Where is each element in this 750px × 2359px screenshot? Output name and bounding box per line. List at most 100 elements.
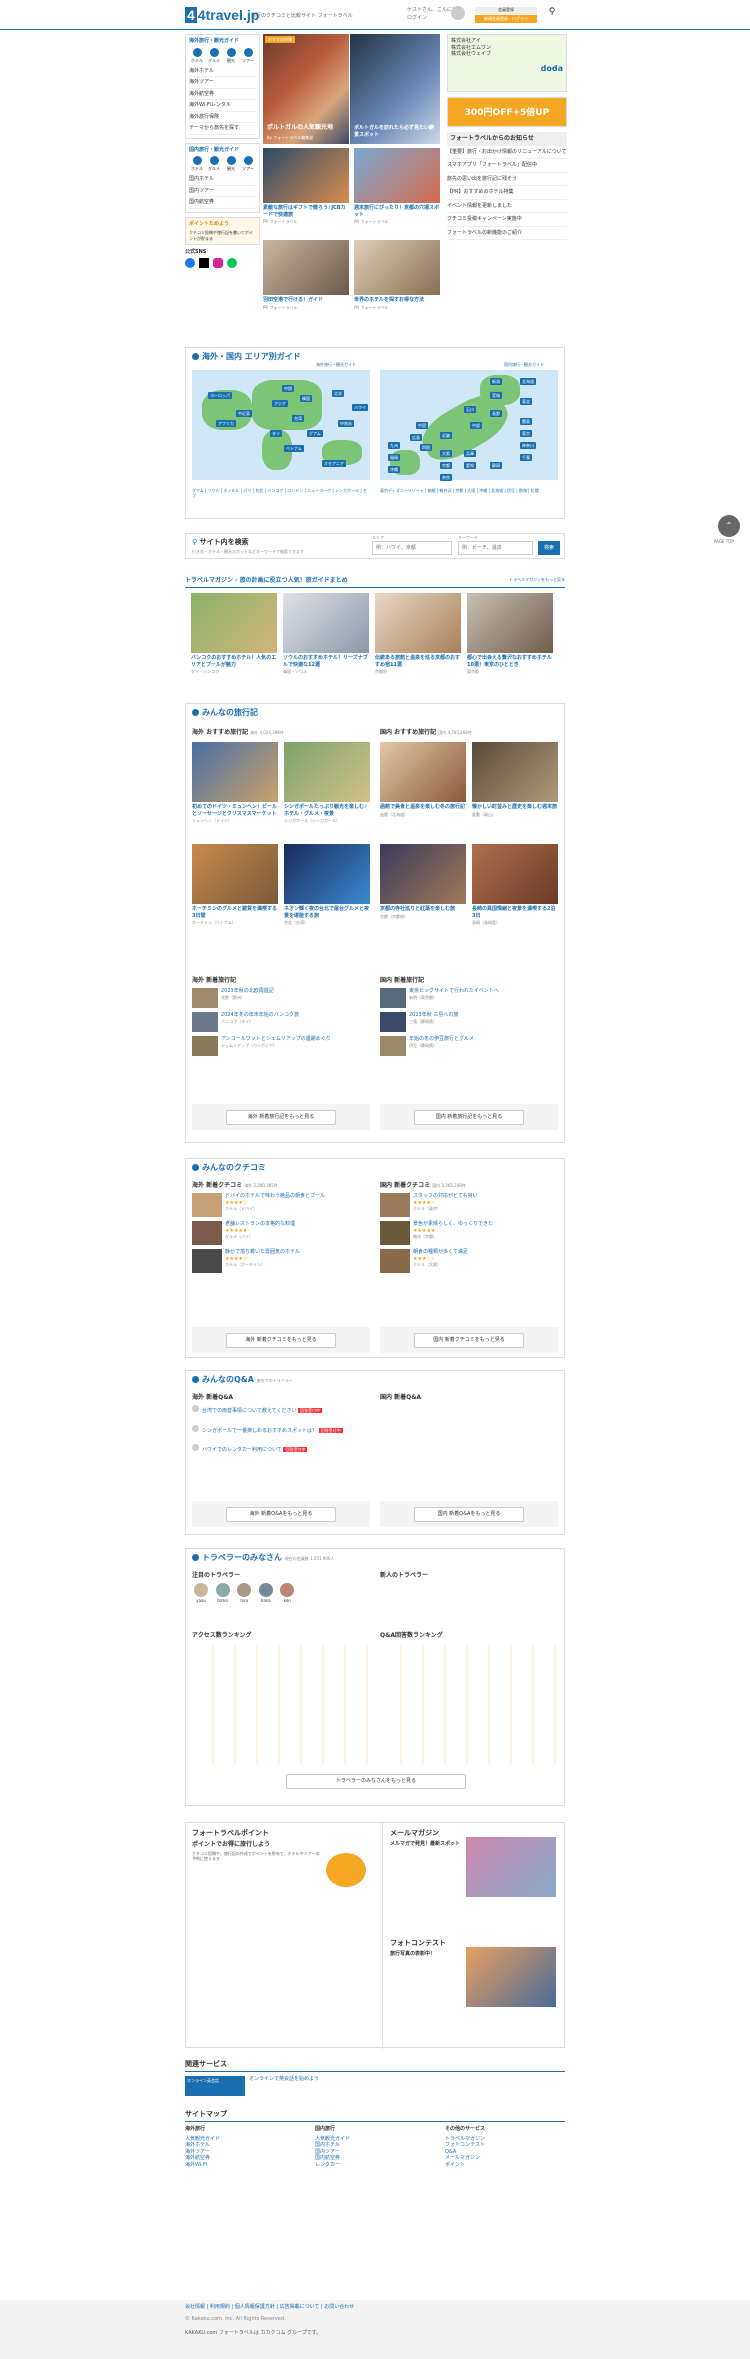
review-item[interactable]: 静かで落ち着いた雰囲気のホテル ★★★★☆ ホテル（ホーチミン） bbox=[192, 1249, 370, 1273]
menu-overseas-hotel[interactable]: 海外ホテル bbox=[189, 66, 256, 78]
pref-pill[interactable]: 神奈川 bbox=[520, 442, 536, 450]
overseas-links[interactable]: グアム | ソウル | ホノルル | パリ | 台北 | バンコク | ロンドン… bbox=[192, 488, 370, 498]
region-pill[interactable]: 中国 bbox=[282, 385, 294, 393]
list-item[interactable]: 年始の冬の伊豆旅行とグルメ 伊豆（静岡県） bbox=[380, 1036, 558, 1056]
logo[interactable]: 4 4travel.jp bbox=[185, 6, 259, 24]
related-banner[interactable]: オンライン英会話 bbox=[185, 2076, 245, 2097]
pref-pill[interactable]: 大阪 bbox=[440, 450, 452, 458]
campaign-banner[interactable]: 300円OFF+5倍UP bbox=[447, 97, 567, 127]
gourmet-icon-link[interactable]: グルメ bbox=[206, 47, 222, 63]
more-domestic-reviews-button[interactable]: 国内 新着クチコミをもっと見る bbox=[414, 1333, 524, 1348]
travelogue-card[interactable]: ホーチミンのグルメと雑貨を満喫する3日間 ホーチミン（ベトナム） bbox=[192, 844, 278, 925]
related-text[interactable]: オンラインで英会話を始めよう bbox=[249, 2076, 319, 2096]
region-pill[interactable]: 北米 bbox=[332, 390, 344, 398]
top-card[interactable]: 週末旅行にぴったり！京都の穴場スポット PR フォートラベル bbox=[354, 148, 440, 224]
notice-item[interactable]: スマホアプリ「フォートラベル」配信中 bbox=[447, 159, 567, 173]
menu-overseas-wifi[interactable]: 海外Wi-Fiレンタル bbox=[189, 100, 256, 112]
access-ranking-grid[interactable] bbox=[192, 1645, 370, 1765]
sightseeing-icon-link[interactable]: 観光 bbox=[223, 47, 239, 63]
keyword-input[interactable] bbox=[458, 541, 533, 555]
notice-item[interactable]: 【重要】旅行・お出かけ情報のリニューアルについて bbox=[447, 146, 567, 160]
footer-links[interactable]: 会社情報 | 利用規約 | 個人情報保護方針 | 広告掲載について | お問い合… bbox=[185, 2304, 565, 2311]
hero-image-2[interactable]: ポルトガルを訪れたら必ず見たい絶景スポット bbox=[350, 34, 440, 144]
area-input[interactable] bbox=[372, 541, 452, 555]
pref-pill[interactable]: 長野 bbox=[490, 410, 502, 418]
more-travelers-button[interactable]: トラベラーのみなさんをもっと見る bbox=[286, 1774, 466, 1789]
qa-item[interactable]: シンガポールで一番楽しめるおすすめスポットは？ 回答受付中 bbox=[192, 1424, 370, 1435]
instagram-icon[interactable] bbox=[213, 258, 223, 269]
qa-item[interactable]: ハワイでのレンタカー利用について 回答受付中 bbox=[192, 1444, 370, 1454]
travelogue-card[interactable]: 長崎の異国情緒と夜景を満喫する2泊3日 長崎（長崎県） bbox=[472, 844, 558, 925]
notice-item[interactable]: イベント情報を更新しました bbox=[447, 200, 567, 214]
list-item[interactable]: 2023年秋 三島への旅 三島（静岡県） bbox=[380, 1012, 558, 1032]
pref-pill[interactable]: 東北 bbox=[520, 398, 532, 406]
menu-overseas-air[interactable]: 海外航空券 bbox=[189, 89, 256, 101]
gourmet-icon-link[interactable]: グルメ bbox=[206, 156, 222, 171]
hotel-icon-link[interactable]: ホテル bbox=[189, 47, 205, 63]
region-pill[interactable]: ベトナム bbox=[284, 445, 304, 453]
sitemap-link[interactable]: 海外Wi-Fi bbox=[185, 2162, 305, 2169]
menu-domestic-hotel[interactable]: 国内ホテル bbox=[189, 174, 256, 186]
more-overseas-qa-button[interactable]: 海外 新着Q&Aをもっと見る bbox=[226, 1507, 336, 1522]
qa-item[interactable]: 台湾での両替事情について教えてください 回答受付中 bbox=[192, 1405, 370, 1415]
travelogue-card[interactable]: シンガポールたっぷり観光を楽しむ♪ホテル・グルメ・夜景 シンガポール（シンガポール… bbox=[284, 742, 370, 823]
travelogue-card[interactable]: 函館で美食と温泉を楽しむ冬の旅行記 函館（北海道） bbox=[380, 742, 466, 817]
domestic-guide-link[interactable]: 国内旅行・観光ガイド bbox=[504, 362, 544, 367]
list-item[interactable]: 2024年冬の年末年始のバンコク旅 バンコク（タイ） bbox=[192, 1012, 370, 1032]
traveler-avatar[interactable]: hiro bbox=[235, 1583, 253, 1603]
sitemap-link[interactable]: ポイント bbox=[445, 2162, 565, 2169]
pref-pill[interactable]: 東京 bbox=[520, 430, 532, 438]
traveler-avatar[interactable]: yasu bbox=[192, 1583, 210, 1603]
notice-item[interactable]: クチコミ投稿キャンペーン実施中 bbox=[447, 213, 567, 227]
top-card[interactable]: 羽田空港で行ける！ガイド PR フォートラベル bbox=[263, 240, 349, 310]
qa-ranking-grid[interactable] bbox=[380, 1645, 558, 1765]
more-domestic-travelogue-button[interactable]: 国内 新着旅行記をもっと見る bbox=[414, 1110, 524, 1125]
tour-icon-link[interactable]: ツアー bbox=[240, 156, 256, 171]
travelogue-card[interactable]: ネオン輝く夜の台北で屋台グルメと夜景を堪能する旅 台北（台湾） bbox=[284, 844, 370, 925]
facebook-icon[interactable] bbox=[185, 258, 195, 269]
magazine-card[interactable]: バンコクのおすすめホテル！人気のエリアとプールが魅力 タイ・バンコク bbox=[191, 593, 277, 674]
review-item[interactable]: 景色が素晴らしく、ゆっくりできた ★★★★★ 観光（京都） bbox=[380, 1221, 558, 1245]
search-button[interactable]: 検索 bbox=[538, 541, 560, 555]
region-pill[interactable]: 中近東 bbox=[236, 410, 252, 418]
region-pill[interactable]: 台湾 bbox=[292, 415, 304, 423]
photo-image[interactable] bbox=[466, 1947, 556, 2007]
pref-pill[interactable]: 関東 bbox=[520, 418, 532, 426]
magazine-more[interactable]: トラベルマガジンをもっと見る bbox=[509, 577, 565, 582]
region-pill[interactable]: 中南米 bbox=[338, 420, 354, 428]
pref-pill[interactable]: 石川 bbox=[464, 406, 476, 414]
menu-domestic-air[interactable]: 国内航空券 bbox=[189, 197, 256, 209]
overseas-guide-link[interactable]: 海外旅行・観光ガイド bbox=[316, 362, 356, 367]
pref-pill[interactable]: 北海道 bbox=[520, 378, 536, 386]
traveler-avatar[interactable]: tomo bbox=[214, 1583, 232, 1603]
ad-box[interactable]: 株式会社アイ 株式会社エムワン 株式会社ウェイブ doda bbox=[447, 34, 567, 92]
list-item[interactable]: アンコールワットとシェムリアップの遺跡めぐり シェムリアップ（カンボジア） bbox=[192, 1036, 370, 1056]
travelogue-card[interactable]: 懐かしい町並みと歴史を楽しむ週末旅 倉敷（岡山） bbox=[472, 742, 558, 817]
menu-theme[interactable]: テーマから旅先を探す bbox=[189, 123, 256, 135]
x-icon[interactable] bbox=[199, 258, 209, 269]
login-link[interactable]: ログイン bbox=[407, 15, 427, 22]
region-pill[interactable]: グアム bbox=[307, 430, 323, 438]
pref-pill[interactable]: 沖縄 bbox=[388, 466, 400, 474]
register-link[interactable]: 会員登録 bbox=[475, 7, 537, 14]
magazine-card[interactable]: ソウルのおすすめホテル！リーズナブルで快適な12選 韓国・ソウル bbox=[283, 593, 369, 674]
pref-pill[interactable]: 京都 bbox=[440, 462, 452, 470]
more-overseas-travelogue-button[interactable]: 海外 新着旅行記をもっと見る bbox=[226, 1110, 336, 1125]
search-icon[interactable]: ⚲ bbox=[545, 7, 559, 21]
top-card[interactable]: 素敵な旅行はギフトで贈ろう♪JCBカードで快適旅 PR フォートラベル bbox=[263, 148, 349, 224]
pref-pill[interactable]: 九州 bbox=[388, 442, 400, 450]
region-pill[interactable]: ヨーロッパ bbox=[208, 392, 232, 400]
notice-item[interactable]: フォートラベルの新機能のご紹介 bbox=[447, 227, 567, 241]
sitemap-link[interactable]: レンタカー bbox=[315, 2162, 435, 2169]
traveler-avatar[interactable]: hana bbox=[257, 1583, 275, 1603]
notice-item[interactable]: 【PR】おすすめのホテル特集 bbox=[447, 186, 567, 200]
magazine-card[interactable]: 伝統ある旅館と温泉を巡る京都のおすすめ宿11選 京都府 bbox=[375, 593, 461, 674]
region-pill[interactable]: 韓国 bbox=[300, 395, 312, 403]
pref-pill[interactable]: 中部 bbox=[470, 422, 482, 430]
points-box[interactable]: ポイントためよう クチコミ投稿や旅行記を書いてポイントが貯まる bbox=[185, 216, 260, 245]
region-pill[interactable]: タイ bbox=[270, 430, 282, 438]
traveler-avatar[interactable]: ken bbox=[278, 1583, 296, 1603]
domestic-links[interactable]: 東京ディズニーリゾート | 箱根 | 軽井沢 | 京都 | 大阪 | 沖縄 | … bbox=[380, 488, 558, 493]
pref-pill[interactable]: 宮城 bbox=[490, 392, 502, 400]
sightseeing-icon-link[interactable]: 観光 bbox=[223, 156, 239, 171]
